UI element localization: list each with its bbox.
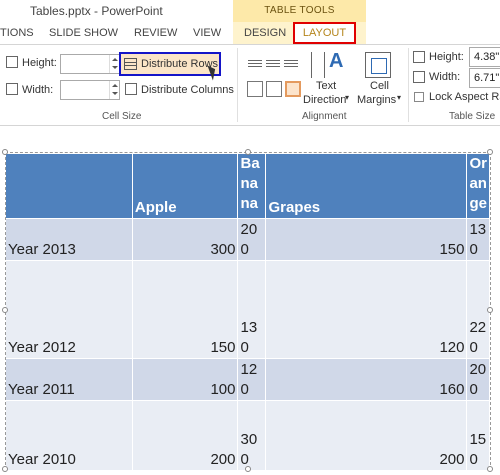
- text-direction-a-icon: A: [329, 50, 344, 72]
- lock-aspect-label: Lock Aspect Ra: [429, 91, 500, 103]
- cell-width-spinner-icon[interactable]: [109, 81, 119, 99]
- text-direction-icon: [311, 52, 325, 78]
- table-cell[interactable]: 100: [132, 358, 239, 401]
- cell-size-group-label: Cell Size: [102, 111, 142, 122]
- resize-handle[interactable]: [245, 466, 251, 472]
- text-direction-dropdown-icon[interactable]: ▾: [345, 93, 349, 102]
- lock-aspect-checkbox[interactable]: [414, 92, 424, 102]
- cell-height-input[interactable]: [60, 54, 120, 74]
- cell-width-input[interactable]: [60, 80, 120, 100]
- cell-margins-label-2: Margins: [357, 94, 397, 106]
- table-cell[interactable]: Year 2013: [6, 218, 133, 261]
- table-height-label: Height:: [429, 51, 464, 63]
- table-cell[interactable]: 12 0: [237, 358, 267, 401]
- align-right-icon[interactable]: [284, 58, 298, 70]
- tab-review[interactable]: REVIEW: [134, 27, 177, 39]
- table-header-cell[interactable]: Apple: [132, 154, 239, 219]
- table-cell[interactable]: 13 0: [466, 218, 490, 261]
- align-middle-icon[interactable]: [266, 81, 282, 97]
- table-header-cell[interactable]: Ba na na: [237, 154, 267, 219]
- resize-handle[interactable]: [2, 466, 8, 472]
- resize-handle[interactable]: [245, 149, 251, 155]
- ribbon-tabs: TIONS SLIDE SHOW REVIEW VIEW DESIGN: [0, 22, 500, 44]
- table-cell[interactable]: 200: [132, 400, 239, 471]
- row-height-icon: [6, 56, 18, 68]
- table-cell[interactable]: 20 0: [466, 358, 490, 401]
- table-tools-band: TABLE TOOLS: [233, 0, 366, 22]
- table-header-row: Apple Ba na na Grapes Or an ge: [6, 154, 490, 219]
- cell-width-label: Width:: [22, 84, 54, 96]
- align-left-icon[interactable]: [248, 58, 262, 70]
- distribute-rows-icon: [124, 58, 137, 70]
- table-cell[interactable]: Year 2010: [6, 400, 133, 471]
- resize-handle[interactable]: [2, 307, 8, 313]
- table-tools-label: TABLE TOOLS: [264, 5, 335, 16]
- table-cell[interactable]: 30 0: [237, 400, 267, 471]
- table-cell[interactable]: 150: [132, 260, 239, 359]
- table-height-value: 4.38": [474, 51, 500, 63]
- table-row: Year 2012 150 13 0 120 22 0: [6, 260, 490, 359]
- cell-margins-icon[interactable]: [365, 52, 391, 78]
- table-height-input[interactable]: 4.38": [469, 47, 500, 67]
- tab-view[interactable]: VIEW: [193, 27, 221, 39]
- text-direction-label: Text: [316, 80, 337, 92]
- align-center-icon[interactable]: [266, 58, 280, 70]
- distribute-columns-button[interactable]: Distribute Columns: [141, 84, 234, 96]
- distribute-columns-icon: [125, 83, 137, 95]
- column-width-icon: [6, 83, 18, 95]
- table-cell[interactable]: 150: [265, 218, 468, 261]
- resize-handle[interactable]: [487, 466, 493, 472]
- table-header-cell[interactable]: [6, 154, 133, 219]
- table-height-icon: [413, 51, 425, 63]
- table-cell[interactable]: Year 2012: [6, 260, 133, 359]
- distribute-rows-label: Distribute Rows: [141, 58, 219, 70]
- cell-margins-label: Cell: [370, 80, 389, 92]
- tab-layout-label: LAYOUT: [302, 27, 347, 39]
- table-cell[interactable]: 300: [132, 218, 239, 261]
- table-header-cell[interactable]: Grapes: [265, 154, 468, 219]
- window-title: Tables.pptx - PowerPoint: [30, 4, 163, 18]
- tab-design[interactable]: DESIGN: [244, 27, 286, 39]
- text-direction-label-2: Direction: [303, 94, 347, 106]
- resize-handle[interactable]: [487, 307, 493, 313]
- tab-slide-show[interactable]: SLIDE SHOW: [49, 27, 118, 39]
- separator: [237, 48, 238, 122]
- resize-handle[interactable]: [487, 149, 493, 155]
- align-top-icon[interactable]: [247, 81, 263, 97]
- alignment-group-label: Alignment: [302, 111, 347, 122]
- separator: [408, 48, 409, 122]
- table-header-cell[interactable]: Or an ge: [466, 154, 490, 219]
- table-cell[interactable]: 15 0: [466, 400, 490, 471]
- table-row: Year 2011 100 12 0 160 20 0: [6, 358, 490, 401]
- table-cell[interactable]: 13 0: [237, 260, 267, 359]
- table-width-icon: [413, 71, 425, 83]
- table-cell[interactable]: 200: [265, 400, 468, 471]
- table-row: Year 2010 200 30 0 200 15 0: [6, 400, 490, 471]
- align-bottom-icon[interactable]: [285, 81, 301, 97]
- table-size-group-label: Table Size: [449, 111, 496, 122]
- table-cell[interactable]: Year 2011: [6, 358, 133, 401]
- distribute-rows-button[interactable]: Distribute Rows: [119, 52, 221, 76]
- cell-height-label: Height:: [22, 57, 57, 69]
- table-width-value: 6.71": [474, 72, 500, 84]
- tab-animations[interactable]: TIONS: [0, 27, 34, 39]
- table-cell[interactable]: 160: [265, 358, 468, 401]
- tab-layout[interactable]: LAYOUT: [293, 22, 356, 44]
- table-width-input[interactable]: 6.71": [469, 68, 500, 88]
- table-width-label: Width:: [429, 71, 461, 83]
- table-row: Year 2013 300 20 0 150 13 0: [6, 218, 490, 261]
- data-table[interactable]: Apple Ba na na Grapes Or an ge Year 2013…: [6, 154, 490, 471]
- cell-height-spinner-icon[interactable]: [109, 55, 119, 73]
- cell-margins-dropdown-icon[interactable]: ▾: [397, 93, 401, 102]
- resize-handle[interactable]: [2, 149, 8, 155]
- table-cell[interactable]: 20 0: [237, 218, 267, 261]
- table-cell[interactable]: 120: [265, 260, 468, 359]
